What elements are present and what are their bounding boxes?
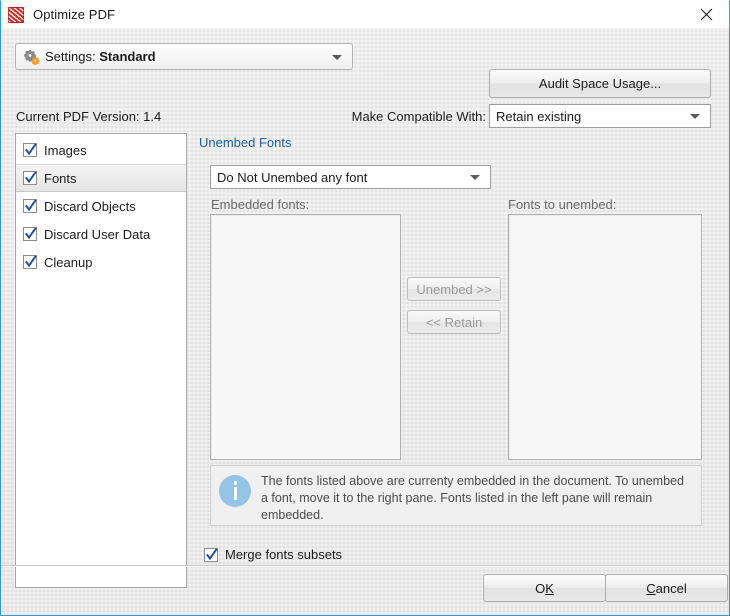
checkbox-cleanup[interactable] bbox=[23, 255, 37, 269]
gear-icon bbox=[23, 49, 41, 65]
close-icon[interactable] bbox=[684, 1, 729, 27]
pdf-xchange-icon bbox=[8, 7, 24, 23]
fonts-to-unembed-listbox[interactable] bbox=[508, 214, 702, 460]
checkbox-fonts[interactable] bbox=[23, 171, 37, 185]
make-compatible-dropdown[interactable]: Retain existing bbox=[489, 104, 711, 128]
ok-button[interactable]: OK bbox=[483, 574, 606, 602]
unembed-fonts-group-title: Unembed Fonts bbox=[199, 135, 292, 150]
make-compatible-value: Retain existing bbox=[496, 109, 581, 124]
sidebar-item-cleanup[interactable]: Cleanup bbox=[16, 248, 186, 276]
unembed-mode-value: Do Not Unembed any font bbox=[217, 170, 367, 185]
cancel-button-label: Cancel bbox=[646, 581, 686, 596]
retain-button[interactable]: << Retain bbox=[407, 310, 501, 334]
settings-prefix: Settings: bbox=[45, 49, 96, 64]
cancel-button[interactable]: Cancel bbox=[605, 574, 728, 602]
footer-divider bbox=[1, 565, 729, 566]
sidebar-item-label: Fonts bbox=[44, 171, 77, 186]
cancel-label-tail: ancel bbox=[656, 581, 687, 596]
checkbox-discard-objects[interactable] bbox=[23, 199, 37, 213]
current-pdf-version-label: Current PDF Version: 1.4 bbox=[16, 109, 161, 124]
ok-label-accel: K bbox=[545, 581, 554, 596]
cancel-label-accel: C bbox=[646, 581, 655, 596]
sidebar-item-label: Discard Objects bbox=[44, 199, 136, 214]
unembed-button[interactable]: Unembed >> bbox=[407, 277, 501, 301]
embedded-fonts-listbox[interactable] bbox=[210, 214, 401, 460]
info-message-box: The fonts listed above are currenty embe… bbox=[210, 465, 702, 526]
sidebar-item-images[interactable]: Images bbox=[16, 136, 186, 164]
optimize-pdf-dialog: Optimize PDF bbox=[0, 0, 730, 616]
settings-preset-dropdown[interactable]: Settings: Standard bbox=[15, 43, 353, 70]
info-message-text: The fonts listed above are currenty embe… bbox=[261, 473, 691, 524]
make-compatible-label: Make Compatible With: bbox=[352, 109, 486, 124]
sidebar-item-label: Cleanup bbox=[44, 255, 92, 270]
sidebar-item-label: Discard User Data bbox=[44, 227, 150, 242]
embedded-fonts-label: Embedded fonts: bbox=[211, 197, 309, 212]
audit-space-usage-button[interactable]: Audit Space Usage... bbox=[489, 69, 711, 98]
checkbox-images[interactable] bbox=[23, 143, 37, 157]
dialog-body: Settings: Standard Audit Space Usage... … bbox=[1, 28, 729, 615]
sidebar-item-label: Images bbox=[44, 143, 87, 158]
unembed-mode-dropdown[interactable]: Do Not Unembed any font bbox=[210, 165, 491, 189]
sidebar-item-fonts[interactable]: Fonts bbox=[16, 164, 186, 192]
merge-fonts-subsets-row[interactable]: Merge fonts subsets bbox=[204, 547, 342, 562]
checkbox-discard-user-data[interactable] bbox=[23, 227, 37, 241]
optimization-category-list[interactable]: Images Fonts Discard Objects bbox=[15, 133, 187, 588]
sidebar-item-discard-user-data[interactable]: Discard User Data bbox=[16, 220, 186, 248]
window-title: Optimize PDF bbox=[33, 7, 115, 22]
title-bar: Optimize PDF bbox=[1, 1, 729, 28]
chevron-down-icon bbox=[690, 114, 700, 119]
settings-preset-text: Settings: Standard bbox=[45, 49, 156, 64]
chevron-down-icon bbox=[470, 175, 480, 180]
ok-label-head: O bbox=[535, 581, 545, 596]
ok-button-label: OK bbox=[535, 581, 554, 596]
merge-fonts-subsets-label: Merge fonts subsets bbox=[225, 547, 342, 562]
sidebar-item-discard-objects[interactable]: Discard Objects bbox=[16, 192, 186, 220]
info-icon bbox=[219, 475, 251, 507]
settings-value: Standard bbox=[99, 49, 155, 64]
fonts-to-unembed-label: Fonts to unembed: bbox=[508, 197, 616, 212]
chevron-down-icon bbox=[332, 55, 342, 60]
checkbox-merge-fonts-subsets[interactable] bbox=[204, 548, 218, 562]
